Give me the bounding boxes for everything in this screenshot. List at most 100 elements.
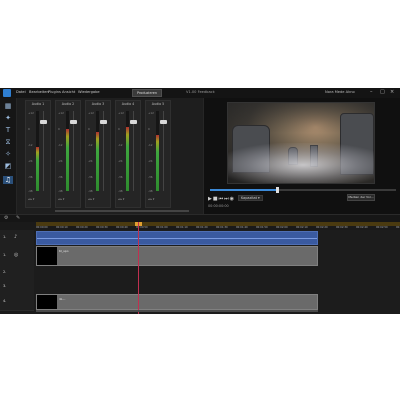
menu-view[interactable]: Ansicht [62, 90, 75, 94]
menu-edit[interactable]: Bearbeiten [29, 90, 49, 94]
particle-icon[interactable]: ✧ [3, 150, 13, 158]
lock-icon[interactable]: ♪ [14, 234, 17, 240]
preview-video[interactable] [227, 102, 375, 184]
window-title: V1.00 Feedback [186, 90, 215, 94]
track-header: 1. ◎ [0, 246, 34, 267]
playhead-line[interactable] [138, 222, 139, 314]
timeline-scrollbar[interactable] [36, 310, 318, 312]
scale-label: -36 [58, 175, 63, 179]
level-meter [126, 111, 129, 191]
level-meter [66, 111, 69, 191]
undock-preview-button[interactable]: Medien der Vor... [347, 194, 375, 201]
progress-handle[interactable] [275, 187, 279, 193]
preview-panel: ▶■⏮⏭◉ Kapazitat ▾ 00:00:00:00 Medien der… [203, 98, 400, 214]
scale-label: +12 [118, 111, 124, 115]
scale-label: 0 [28, 127, 30, 131]
menu-playback[interactable]: Wiedergabe [78, 90, 100, 94]
menu-file[interactable]: Datei [16, 90, 26, 94]
maximize-icon[interactable]: □ [380, 89, 385, 95]
eye-icon[interactable]: ◎ [14, 252, 18, 258]
tools-icon[interactable]: ⚙ [4, 215, 8, 221]
time-display: 00:00:00:00 [208, 204, 229, 208]
ruler-tick-label: 00:01:00 [156, 226, 168, 229]
ruler-tick-label: 00:01:10 [176, 226, 188, 229]
track-header: 1. ♪ [0, 230, 34, 247]
playback-progress-bar[interactable] [210, 187, 396, 193]
ruler-tick-label: 00:01:40 [236, 226, 248, 229]
ruler-tick-label: 00:02:40 [356, 226, 368, 229]
scale-label: 0 [118, 127, 120, 131]
mixer-channel: Audio 1 +12 0 -12 -24 -36 -48 ◂ ▸ ▾ [25, 100, 51, 208]
track-header: 2. [0, 266, 34, 281]
scale-label: -12 [58, 143, 63, 147]
ruler-tick-label: 00:03:00 [396, 226, 400, 229]
effects-icon[interactable]: ✦ [3, 114, 13, 122]
video-clip[interactable]: Kl_spo [36, 246, 318, 266]
media-library-icon[interactable]: ▦ [3, 102, 13, 110]
menu-plugins[interactable]: Plugins [48, 90, 61, 94]
track-number: 2. [3, 270, 7, 274]
video-clip[interactable]: 4L... [36, 294, 318, 310]
volume-fader[interactable] [160, 120, 167, 125]
channel-label: Audio 3 [91, 102, 105, 106]
mixer-channel: Audio 5 +12 0 -12 -24 -36 -48 ◂ ▸ ▾ [145, 100, 171, 208]
scale-label: 0 [88, 127, 90, 131]
mixer-channel: Audio 4 +12 0 -12 -24 -36 -48 ◂ ▸ ▾ [115, 100, 141, 208]
ruler-tick-label: 00:02:30 [336, 226, 348, 229]
clip-thumbnail [37, 295, 57, 309]
level-meter [96, 111, 99, 191]
scale-label: +12 [58, 111, 64, 115]
scale-label: 0 [58, 127, 60, 131]
ruler-tick-label: 00:01:20 [196, 226, 208, 229]
volume-fader[interactable] [100, 120, 107, 125]
scale-label: +12 [148, 111, 154, 115]
scale-label: -48 [118, 189, 123, 193]
close-icon[interactable]: × [390, 89, 394, 95]
scale-label: -36 [88, 175, 93, 179]
volume-fader[interactable] [70, 120, 77, 125]
channel-controls-icon[interactable]: ◂ ▸ ▾ [88, 197, 94, 201]
channel-controls-icon[interactable]: ◂ ▸ ▾ [58, 197, 64, 201]
scale-label: -12 [118, 143, 123, 147]
channel-controls-icon[interactable]: ◂ ▸ ▾ [148, 197, 154, 201]
quality-select[interactable]: Kapazitat ▾ [238, 195, 263, 201]
scale-label: +12 [28, 111, 34, 115]
scale-label: -36 [148, 175, 153, 179]
scale-label: -36 [118, 175, 123, 179]
scale-label: -24 [118, 159, 123, 163]
mixer-channel: Audio 2 +12 0 -12 -24 -36 -48 ◂ ▸ ▾ [55, 100, 81, 208]
audio-mixer-icon[interactable]: ♫ [3, 176, 13, 184]
produce-tab[interactable]: Produzieren [132, 89, 162, 97]
scale-label: -48 [58, 189, 63, 193]
minimize-icon[interactable]: – [370, 89, 373, 95]
level-meter [36, 111, 39, 191]
volume-fader[interactable] [40, 120, 47, 125]
edit-icon[interactable]: ✎ [16, 215, 20, 221]
ruler-tick-label: 00:01:30 [216, 226, 228, 229]
video-editor-window: Datei Bearbeiten Plugins Ansicht Wiederg… [0, 88, 400, 314]
transition-icon[interactable]: ⧖ [3, 138, 13, 146]
ruler-tick-label: 00:02:50 [376, 226, 388, 229]
pip-icon[interactable]: ◩ [3, 162, 13, 170]
scale-label: -48 [148, 189, 153, 193]
mixer-scrollbar[interactable] [55, 210, 189, 212]
title-icon[interactable]: T [3, 126, 13, 134]
clip-thumbnail [37, 247, 57, 265]
scale-label: -48 [88, 189, 93, 193]
ruler-tick-label: 00:01:50 [256, 226, 268, 229]
ruler-tick-label: 00:02:20 [316, 226, 328, 229]
user-name[interactable]: Nora Mede Akno [325, 90, 355, 94]
audio-clip[interactable] [36, 231, 318, 245]
track-header: 4. [0, 294, 34, 311]
channel-controls-icon[interactable]: ◂ ▸ ▾ [118, 197, 124, 201]
volume-fader[interactable] [130, 120, 137, 125]
clip-label: Kl_spo [59, 249, 69, 253]
level-meter [156, 111, 159, 191]
audio-mixer-panel: Audio 1 +12 0 -12 -24 -36 -48 ◂ ▸ ▾ Audi… [17, 98, 203, 214]
channel-controls-icon[interactable]: ◂ ▸ ▾ [28, 197, 34, 201]
ruler-tick-label: 00:00:40 [116, 226, 128, 229]
ruler-tick-label: 00:00:30 [96, 226, 108, 229]
fog-overlay [228, 143, 374, 183]
snapshot-icon[interactable]: ◉ [230, 196, 235, 202]
timeline-ruler[interactable]: 00:00:00 00:00:10 00:00:20 00:00:30 00:00:40… [0, 222, 400, 230]
